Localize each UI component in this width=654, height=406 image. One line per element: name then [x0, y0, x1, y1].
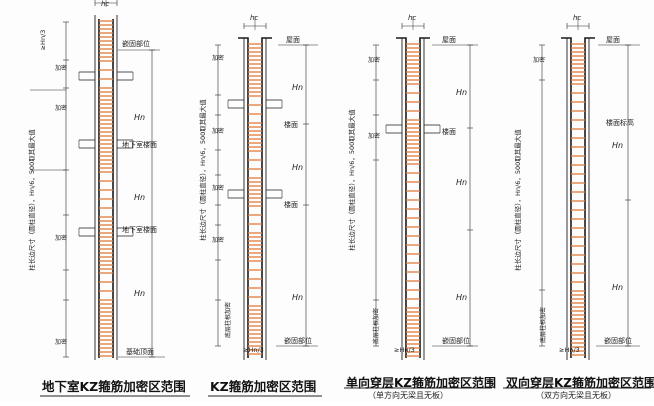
- p2-hc-label: hc: [250, 14, 258, 22]
- panel-4-caption: 双向穿层KZ箍筋加密区范围: [506, 376, 654, 390]
- p3-rule-text: 柱长边尺寸（圆柱直径），Hn/6，500取其最大值: [347, 109, 356, 251]
- panel-3-subcaption: （单方向无梁且无板）: [368, 391, 448, 400]
- p2-roof-label: 屋面: [286, 36, 300, 44]
- p3-dense-1: 加密: [368, 56, 380, 64]
- p2-rule-text: 柱长边尺寸（圆柱直径），Hn/6，500取其最大值: [198, 99, 207, 241]
- p2-hn3-label: ≥Hn/3: [243, 346, 264, 354]
- p2-dense-2: 加密: [212, 127, 224, 135]
- panel-2-caption: KZ箍筋加密区范围: [210, 379, 317, 394]
- p2-bottom-tag: 底层柱根加密: [224, 302, 232, 338]
- p4-floor-mark: 楼面标高: [606, 118, 634, 127]
- p4-bottom-tag: 底层柱根加密: [539, 307, 547, 343]
- p1-foundation-label: 基础顶面: [126, 347, 154, 356]
- p3-hn-3: Hn: [456, 293, 467, 302]
- p3-floor-1: 楼面: [442, 127, 456, 136]
- p4-hc-label: hc: [573, 14, 581, 22]
- p1-dense-4: 加密: [55, 338, 67, 346]
- p4-dense-1: 加密: [533, 56, 545, 64]
- p4-hn-1: Hn: [612, 141, 623, 150]
- p2-rebar-hook-left: [238, 37, 249, 42]
- p1-hn3-label: ≥Hn/3: [39, 30, 47, 51]
- p3-hc-label: hc: [408, 14, 416, 22]
- panel-1-caption: 地下室KZ箍筋加密区范围: [42, 379, 186, 394]
- p3-rebar-hook-right: [419, 37, 430, 42]
- p3-hn-2: Hn: [456, 178, 467, 187]
- p1-hn-1: Hn: [134, 113, 145, 122]
- p1-dense-1: 加密: [55, 64, 67, 72]
- p2-hn-1: Hn: [292, 83, 303, 92]
- p4-hn-2: Hn: [612, 283, 623, 292]
- p1-hc-label: hc: [101, 0, 109, 8]
- p2-floor-1: 楼面: [284, 120, 298, 129]
- p3-hn3-label: ≥Hn/3: [394, 346, 415, 354]
- panel-4-subcaption: （双方向无梁且无板）: [536, 391, 616, 400]
- p2-dense-1: 加密: [212, 54, 224, 62]
- p3-roof-label: 屋面: [442, 36, 456, 44]
- p1-embed-label: 嵌固部位: [122, 39, 150, 48]
- p1-hn-3: Hn: [134, 289, 145, 298]
- p3-dense-2: 加密: [368, 132, 380, 140]
- p1-dense-2: 加密: [55, 104, 67, 112]
- p4-roof-label: 屋面: [606, 36, 620, 44]
- drawing-sheet: hc 嵌固部位 地下室楼面 地下室楼面 基础顶面 Hn Hn Hn 柱长边尺寸（圆柱直径），Hn…: [0, 0, 654, 402]
- p1-rule-text: 柱长边尺寸（圆柱直径），Hn/6，500取其最大值: [27, 129, 36, 271]
- p2-hn-3: Hn: [292, 293, 303, 302]
- p2-floor-2: 楼面: [284, 200, 298, 209]
- p3-hn-1: Hn: [456, 88, 467, 97]
- p2-embed-label: 嵌固部位: [284, 336, 312, 345]
- p4-hn3-label: ≥Hn/3: [559, 346, 580, 354]
- p2-dense-3: 加密: [212, 184, 224, 192]
- p1-dense-3: 加密: [55, 234, 67, 242]
- rebar-diagram-canvas: hc嵌固部位地下室楼面地下室楼面基础顶面HnHnHn柱长边尺寸（圆柱直径），Hn…: [27, 0, 651, 397]
- p3-rebar-hook-left: [396, 37, 407, 42]
- p2-rebar-hook-right: [261, 37, 272, 42]
- p2-hn-2: Hn: [292, 163, 303, 172]
- p2-dense-4: 加密: [212, 236, 224, 244]
- panel-3-caption: 单向穿层KZ箍筋加密区范围: [346, 376, 497, 390]
- p3-embed-label: 嵌固部位: [442, 336, 470, 345]
- p4-rule-text: 柱长边尺寸（圆柱直径），Hn/6，500取其最大值: [513, 129, 522, 271]
- p3-bottom-tag: 底层柱根加密: [372, 308, 380, 344]
- p4-rebar-hook-left: [561, 37, 572, 42]
- p4-rebar-hook-right: [584, 37, 595, 42]
- p1-hn-2: Hn: [134, 193, 145, 202]
